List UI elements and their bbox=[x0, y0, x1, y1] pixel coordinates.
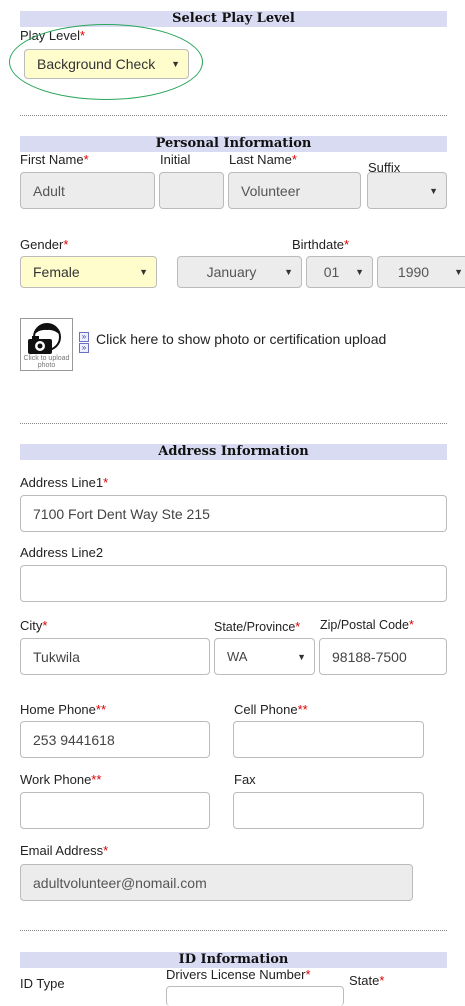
section-divider bbox=[20, 423, 447, 424]
section-divider bbox=[20, 115, 447, 116]
cell-phone-label: Cell Phone** bbox=[234, 702, 308, 717]
last-name-label-text: Last Name bbox=[229, 152, 292, 167]
last-name-field[interactable]: Volunteer bbox=[228, 172, 361, 209]
fax-label: Fax bbox=[234, 772, 256, 787]
dropdown-arrow-icon: ▼ bbox=[454, 267, 463, 277]
address-line1-label-text: Address Line1 bbox=[20, 475, 104, 490]
drivers-license-field[interactable] bbox=[166, 986, 344, 1006]
city-label-text: City bbox=[20, 618, 43, 633]
section-header-address: Address Information bbox=[20, 444, 447, 460]
state-province-label-text: State/Province bbox=[214, 620, 296, 634]
birth-year-value: 1990 bbox=[397, 264, 430, 280]
suffix-select[interactable]: ▼ bbox=[367, 172, 447, 209]
drivers-license-label: Drivers License Number* bbox=[166, 967, 311, 982]
upload-photo-caption: Click to upload photo bbox=[23, 355, 70, 369]
first-name-field[interactable]: Adult bbox=[20, 172, 155, 209]
home-phone-label-text: Home Phone bbox=[20, 702, 96, 717]
home-phone-label: Home Phone** bbox=[20, 702, 106, 717]
address-line1-label: Address Line1* bbox=[20, 475, 108, 490]
required-mark: * bbox=[408, 618, 414, 632]
birthdate-label-text: Birthdate bbox=[292, 237, 345, 252]
required-mark: * bbox=[42, 618, 48, 633]
initial-field[interactable] bbox=[159, 172, 224, 209]
address-line1-field[interactable]: 7100 Fort Dent Way Ste 215 bbox=[20, 495, 447, 532]
first-name-label-text: First Name bbox=[20, 152, 84, 167]
required-mark: * bbox=[344, 237, 350, 252]
cell-phone-label-text: Cell Phone bbox=[234, 702, 298, 717]
address-line2-label: Address Line2 bbox=[20, 545, 104, 560]
dropdown-arrow-icon: ▼ bbox=[297, 651, 306, 662]
zip-code-label-text: Zip/Postal Code bbox=[320, 618, 409, 632]
state-province-label: State/Province* bbox=[214, 620, 300, 634]
work-phone-label-text: Work Phone bbox=[20, 772, 92, 787]
drivers-license-label-text: Drivers License Number bbox=[166, 967, 306, 982]
required-mark: ** bbox=[91, 772, 102, 787]
zip-code-label: Zip/Postal Code* bbox=[320, 618, 414, 632]
id-state-label: State* bbox=[349, 973, 384, 988]
required-mark: * bbox=[83, 152, 89, 167]
show-photo-upload-link[interactable]: Click here to show photo or certificatio… bbox=[96, 331, 386, 347]
section-header-id: ID Information bbox=[20, 952, 447, 968]
birth-day-value: 01 bbox=[323, 264, 340, 280]
dropdown-arrow-icon: ▼ bbox=[139, 267, 148, 277]
email-field[interactable]: adultvolunteer@nomail.com bbox=[20, 864, 413, 901]
birth-day-select[interactable]: 01 ▼ bbox=[306, 256, 373, 288]
fax-field[interactable] bbox=[233, 792, 424, 829]
annotation-highlight-oval bbox=[9, 24, 203, 100]
required-mark: * bbox=[379, 973, 385, 988]
chevron-down-icon[interactable]: » bbox=[79, 343, 89, 353]
dropdown-arrow-icon: ▼ bbox=[355, 267, 364, 277]
chevron-down-icon[interactable]: » bbox=[79, 332, 89, 342]
cell-phone-field[interactable] bbox=[233, 721, 424, 758]
address-line2-field[interactable] bbox=[20, 565, 447, 602]
last-name-label: Last Name* bbox=[229, 152, 297, 167]
gender-value: Female bbox=[33, 264, 80, 280]
required-mark: * bbox=[291, 152, 297, 167]
gender-label: Gender* bbox=[20, 237, 68, 252]
city-field[interactable]: Tukwila bbox=[20, 638, 210, 675]
birth-year-select[interactable]: 1990 ▼ bbox=[377, 256, 465, 288]
state-province-select[interactable]: WA ▼ bbox=[214, 638, 315, 675]
email-label-text: Email Address bbox=[20, 843, 104, 858]
zip-code-field[interactable]: 98188-7500 bbox=[319, 638, 447, 675]
required-mark: * bbox=[103, 843, 109, 858]
required-mark: ** bbox=[297, 702, 308, 717]
required-mark: * bbox=[63, 237, 69, 252]
first-name-label: First Name* bbox=[20, 152, 89, 167]
state-province-value: WA bbox=[227, 649, 248, 664]
dropdown-arrow-icon: ▼ bbox=[284, 267, 293, 277]
upload-photo-button[interactable]: Click to upload photo bbox=[20, 318, 73, 371]
gender-select[interactable]: Female ▼ bbox=[20, 256, 157, 288]
required-mark: ** bbox=[95, 702, 107, 717]
work-phone-label: Work Phone** bbox=[20, 772, 101, 787]
city-label: City* bbox=[20, 618, 47, 633]
section-header-personal: Personal Information bbox=[20, 136, 447, 152]
initial-label: Initial bbox=[160, 152, 191, 167]
birth-month-value: January bbox=[206, 264, 257, 280]
birth-month-select[interactable]: January ▼ bbox=[177, 256, 302, 288]
home-phone-field[interactable]: 253 9441618 bbox=[20, 721, 210, 758]
section-divider bbox=[20, 930, 447, 931]
birthdate-label: Birthdate* bbox=[292, 237, 349, 252]
required-mark: * bbox=[103, 475, 109, 490]
work-phone-field[interactable] bbox=[20, 792, 210, 829]
email-label: Email Address* bbox=[20, 843, 108, 858]
required-mark: * bbox=[295, 620, 301, 634]
id-state-label-text: State bbox=[349, 973, 380, 988]
dropdown-arrow-icon: ▼ bbox=[429, 185, 438, 196]
gender-label-text: Gender bbox=[20, 237, 64, 252]
required-mark: * bbox=[305, 967, 311, 982]
id-type-label: ID Type bbox=[20, 976, 65, 991]
